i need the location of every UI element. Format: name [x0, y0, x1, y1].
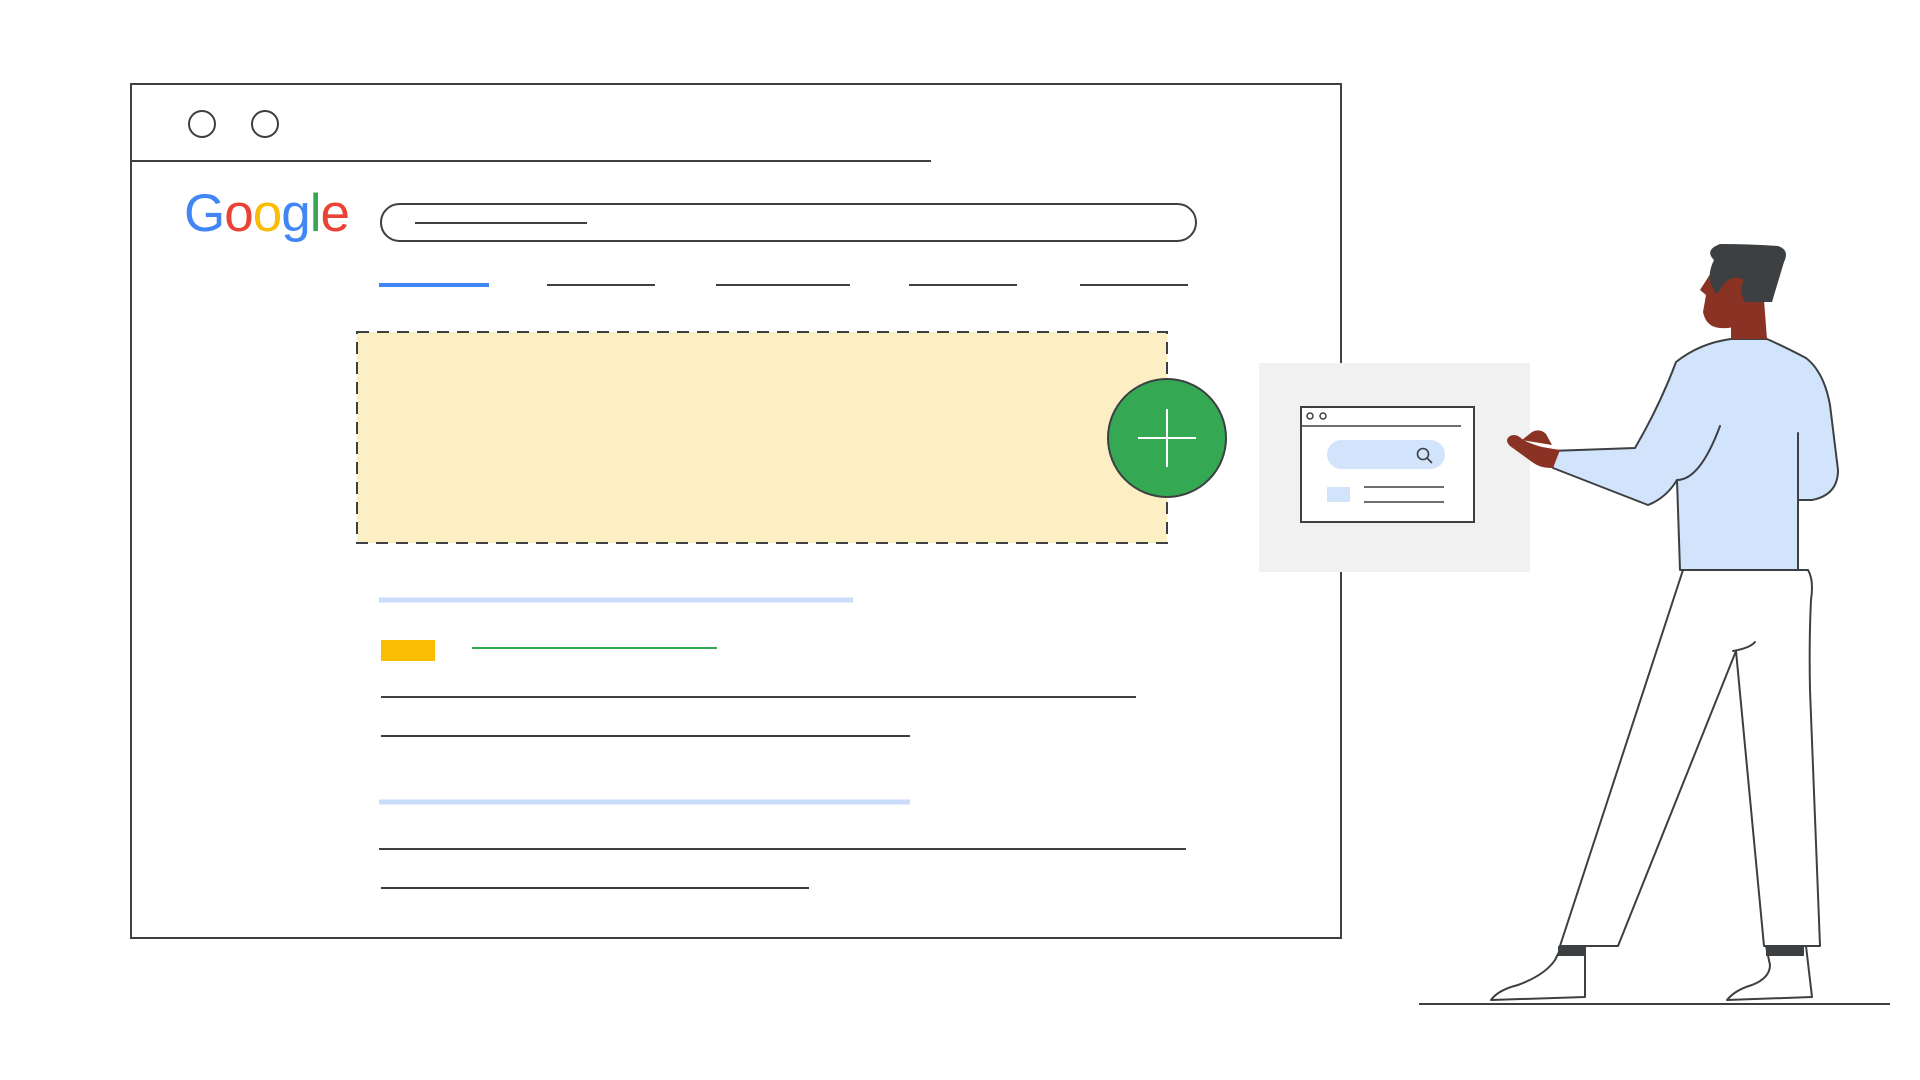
mini-result-thumb [1327, 487, 1350, 502]
ad-badge [381, 640, 435, 661]
add-button [1107, 378, 1227, 498]
logo-letter: g [281, 184, 311, 243]
search-bar [380, 203, 1197, 242]
illustration-stage: Google [0, 0, 1920, 1080]
google-logo: Google [184, 184, 350, 243]
logo-letter: e [320, 184, 350, 243]
person-shirt [1549, 338, 1839, 571]
logo-letter: G [184, 184, 225, 243]
person-figure [1490, 244, 1839, 1001]
logo-letter: o [252, 184, 283, 243]
preview-panel [1259, 363, 1530, 572]
person-sock [1558, 946, 1584, 956]
ad-placeholder-slot [356, 331, 1168, 544]
illustration-canvas [130, 83, 1890, 1005]
mini-search-bar [1327, 440, 1445, 469]
person-sock [1766, 946, 1804, 956]
logo-letter: o [224, 184, 254, 243]
logo-letter: l [309, 184, 322, 243]
person-trousers [1559, 569, 1821, 947]
